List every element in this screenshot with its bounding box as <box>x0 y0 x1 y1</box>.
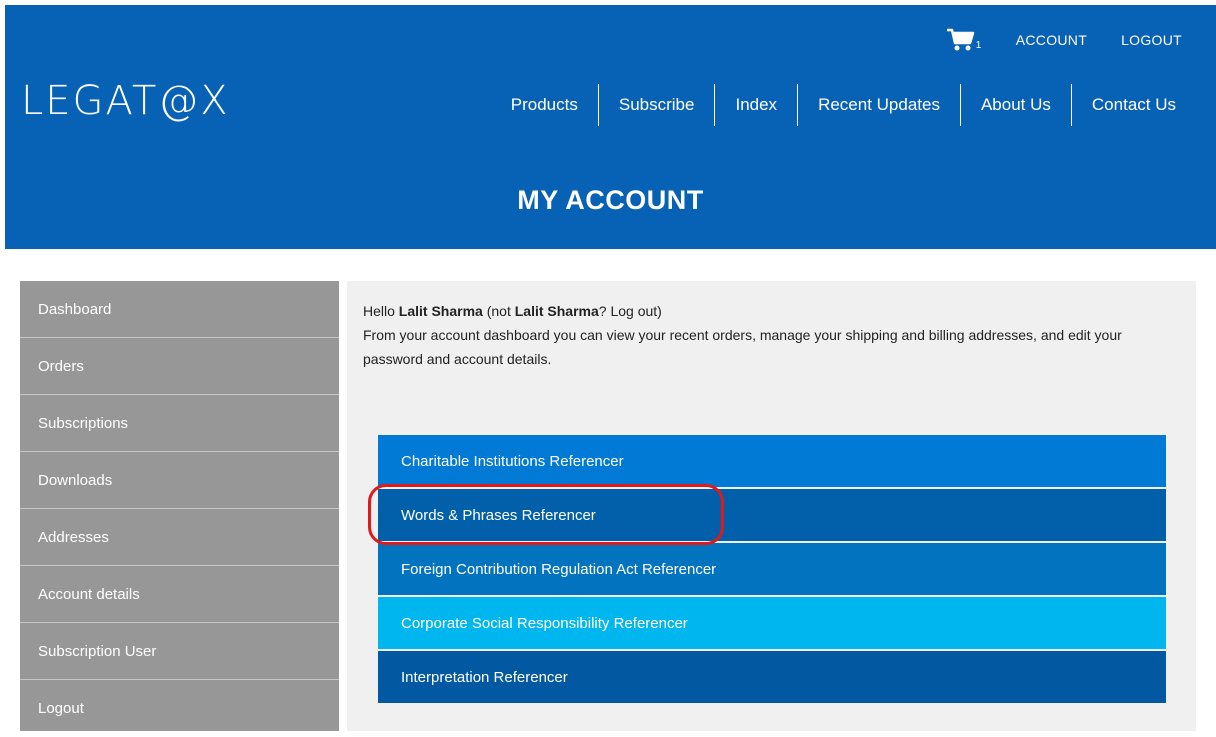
referencer-fcra[interactable]: Foreign Contribution Regulation Act Refe… <box>378 543 1166 595</box>
greeting-hello: Hello <box>363 303 399 319</box>
account-link[interactable]: ACCOUNT <box>1016 32 1087 48</box>
dashboard-description: From your account dashboard you can view… <box>363 327 1122 367</box>
referencer-charitable-institutions[interactable]: Charitable Institutions Referencer <box>378 435 1166 487</box>
logout-link[interactable]: LOGOUT <box>1121 32 1182 48</box>
greeting-logout-link[interactable]: ? Log out) <box>599 303 662 319</box>
nav-about-us[interactable]: About Us <box>961 84 1071 126</box>
nav-contact-us[interactable]: Contact Us <box>1072 84 1196 126</box>
sidebar-item-account-details[interactable]: Account details <box>20 566 339 623</box>
greeting-text: Hello Lalit Sharma (not Lalit Sharma? Lo… <box>363 299 1173 371</box>
referencer-list: Charitable Institutions Referencer Words… <box>378 435 1166 705</box>
page-title: MY ACCOUNT <box>517 185 704 215</box>
sidebar-item-addresses[interactable]: Addresses <box>20 509 339 566</box>
account-sidebar: Dashboard Orders Subscriptions Downloads… <box>20 281 339 731</box>
sidebar-item-orders[interactable]: Orders <box>20 338 339 395</box>
referencer-words-phrases[interactable]: Words & Phrases Referencer <box>378 489 1166 541</box>
main-nav: Products Subscribe Index Recent Updates … <box>491 84 1196 126</box>
nav-subscribe[interactable]: Subscribe <box>599 84 715 126</box>
not-user-name: Lalit Sharma <box>514 303 599 319</box>
sidebar-item-logout[interactable]: Logout <box>20 680 339 737</box>
site-logo[interactable]: LEGAT@X <box>21 81 230 121</box>
top-links: 1 ACCOUNT LOGOUT <box>946 26 1182 54</box>
cart-count: 1 <box>975 40 982 51</box>
nav-recent-updates[interactable]: Recent Updates <box>798 84 960 126</box>
referencer-interpretation[interactable]: Interpretation Referencer <box>378 651 1166 703</box>
cart-button[interactable]: 1 <box>946 26 982 54</box>
sidebar-item-downloads[interactable]: Downloads <box>20 452 339 509</box>
sidebar-item-subscription-user[interactable]: Subscription User <box>20 623 339 680</box>
greeting-not-prefix: (not <box>482 303 515 319</box>
referencer-csr[interactable]: Corporate Social Responsibility Referenc… <box>378 597 1166 649</box>
cart-icon <box>946 28 974 51</box>
user-name: Lalit Sharma <box>398 303 483 319</box>
site-header: LEGAT@X 1 ACCOUNT LOGOUT Products Subscr… <box>5 5 1216 249</box>
sidebar-item-dashboard[interactable]: Dashboard <box>20 281 339 338</box>
dashboard-content: Hello Lalit Sharma (not Lalit Sharma? Lo… <box>347 281 1196 731</box>
nav-products[interactable]: Products <box>491 84 598 126</box>
sidebar-item-subscriptions[interactable]: Subscriptions <box>20 395 339 452</box>
nav-index[interactable]: Index <box>715 84 797 126</box>
